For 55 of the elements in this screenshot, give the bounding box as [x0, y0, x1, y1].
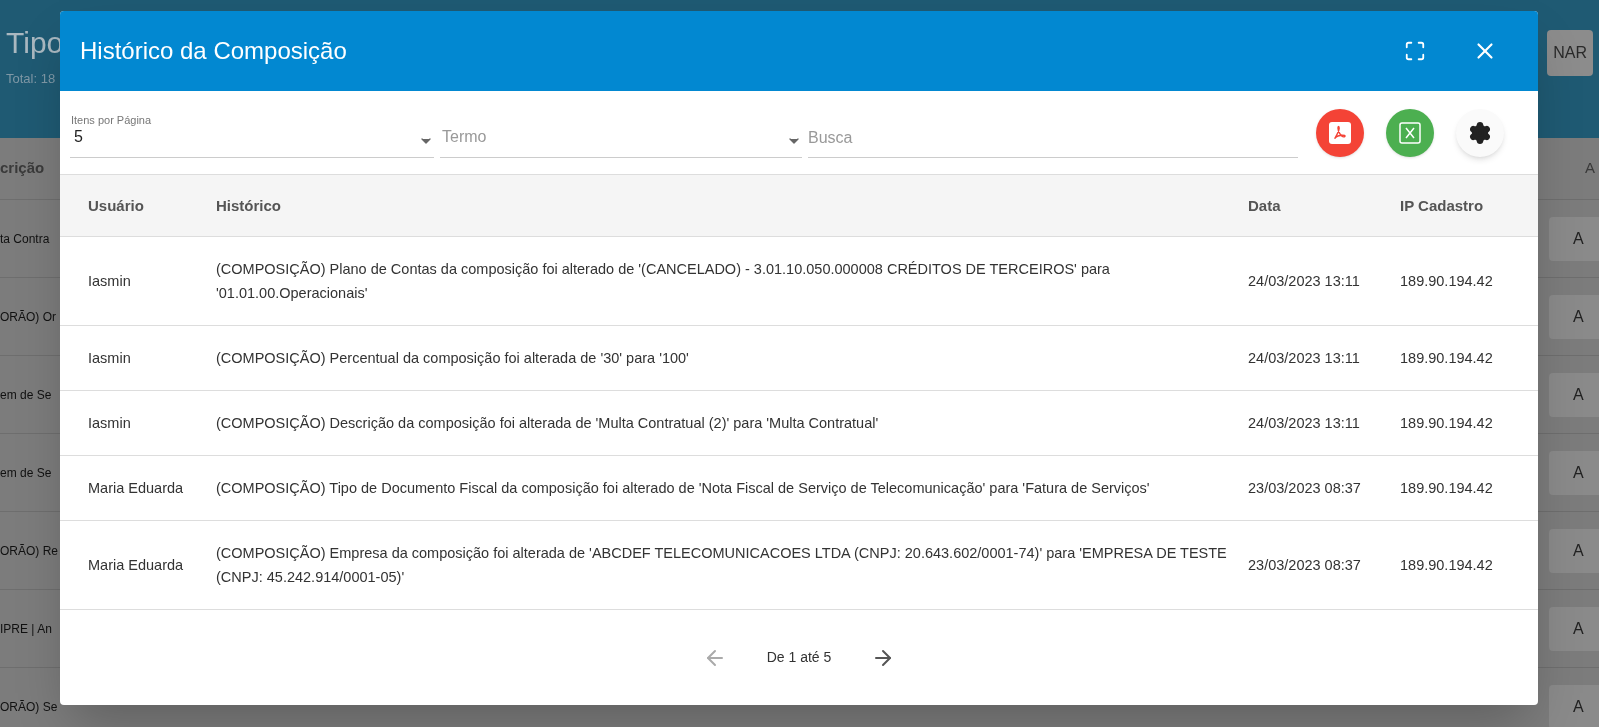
table-cell-text: ORÃO) Re — [0, 542, 58, 560]
action-button[interactable]: A — [1549, 216, 1599, 261]
table-cell: 24/03/2023 13:11 — [1248, 415, 1360, 431]
table-cell: 189.90.194.42 — [1400, 480, 1493, 496]
settings-button[interactable] — [1456, 108, 1504, 157]
total-count: Total: 18 — [6, 70, 57, 88]
action-button[interactable]: A — [1549, 372, 1599, 417]
action-button[interactable]: A — [1549, 606, 1599, 651]
table-cell: Iasmin — [88, 273, 131, 289]
fullscreen-icon[interactable] — [1404, 40, 1426, 62]
term-select[interactable]: Termo — [440, 107, 802, 158]
pdf-icon — [1329, 121, 1351, 144]
pdf-export-button[interactable] — [1316, 108, 1364, 157]
action-button[interactable]: A — [1549, 528, 1599, 573]
table-cell: Iasmin — [88, 350, 131, 366]
column-header: Usuário — [88, 196, 144, 214]
column-header: A — [1585, 158, 1595, 179]
excel-export-button[interactable] — [1386, 108, 1434, 157]
table-cell-text: IPRE | An — [0, 620, 52, 638]
table-cell: Maria Eduarda — [88, 557, 184, 573]
header-button[interactable]: NAR — [1547, 30, 1593, 76]
column-header: IP Cadastro — [1400, 196, 1484, 214]
table-cell: 24/03/2023 13:11 — [1248, 350, 1360, 366]
table-cell: 23/03/2023 08:37 — [1248, 557, 1361, 573]
action-button[interactable]: A — [1549, 684, 1599, 727]
page-title: Tipo — [6, 25, 64, 61]
table-cell-text: em de Se — [0, 386, 52, 404]
settings-icon — [1468, 120, 1492, 145]
table-cell-text: ta Contra — [0, 230, 50, 248]
dialog-title: Histórico da Composição — [80, 36, 348, 66]
table-cell-text: ORÃO) Or — [0, 308, 56, 326]
items-per-page-select[interactable]: Itens por Página 5 — [70, 107, 434, 158]
action-button[interactable]: A — [1549, 450, 1599, 495]
search-field[interactable]: Busca — [808, 107, 1298, 158]
column-header: Data — [1248, 196, 1281, 214]
table-cell: 189.90.194.42 — [1400, 350, 1493, 366]
table-cell: 189.90.194.42 — [1400, 273, 1493, 289]
table-cell: 189.90.194.42 — [1400, 415, 1493, 431]
table-cell: 23/03/2023 08:37 — [1248, 480, 1361, 496]
table-cell-text: em de Se — [0, 464, 52, 482]
table-cell: (COMPOSIÇÃO) Plano de Contas da composição foi alterado de '(CANCELADO) - 3.01.10.050.000008 CRÉDITOS DE TERCEIROS' para '01.01.00.Operacionais' — [216, 261, 1110, 301]
table-cell: Maria Eduarda — [88, 480, 184, 496]
table-cell-text: ORÃO) Se — [0, 698, 58, 716]
table-cell: 189.90.194.42 — [1400, 557, 1493, 573]
table-cell: (COMPOSIÇÃO) Descrição da composição foi alterada de 'Multa Contratual (2)' para 'Multa Contratual' — [216, 415, 879, 431]
table-cell: 24/03/2023 13:11 — [1248, 273, 1360, 289]
page-range: De 1 até 5 — [766, 648, 832, 667]
table-cell: Iasmin — [88, 415, 131, 431]
column-header: Histórico — [216, 196, 281, 214]
table-cell: (COMPOSIÇÃO) Empresa da composição foi alterada de 'ABCDEF TELECOMUNICACOES LTDA (CNPJ: 20.643.602/0001-74)' para 'EMPRESA DE TESTE (CNPJ: 45.242.914/0001-05)' — [216, 545, 1227, 585]
table-cell: (COMPOSIÇÃO) Tipo de Documento Fiscal da composição foi alterado de 'Nota Fiscal de Serviço de Telecomunicação' para 'Fatura de Serviços' — [216, 480, 1150, 496]
spreadsheet-icon — [1399, 121, 1421, 144]
column-header: crição — [0, 158, 45, 179]
action-button[interactable]: A — [1549, 294, 1599, 339]
table-cell: (COMPOSIÇÃO) Percentual da composição foi alterada de '30' para '100' — [216, 350, 689, 366]
